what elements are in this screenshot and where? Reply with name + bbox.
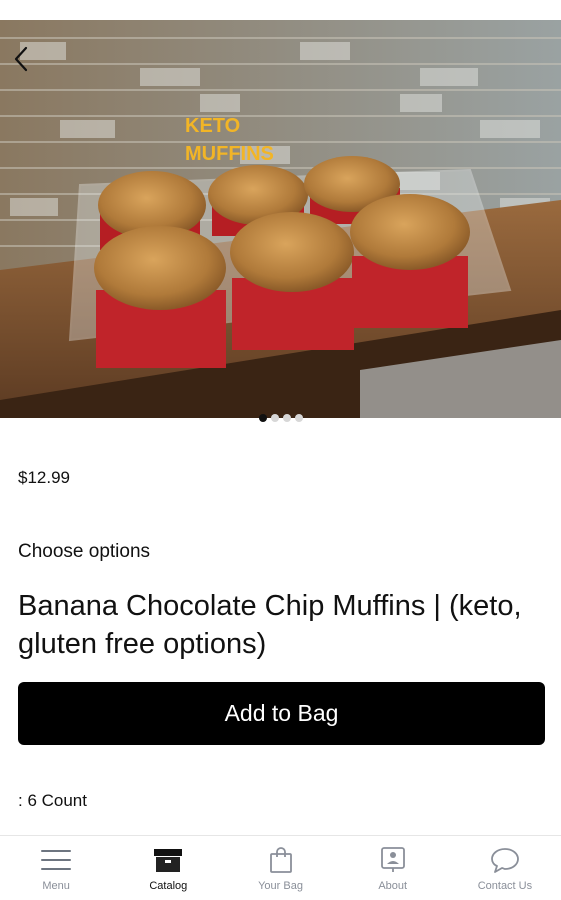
nav-label-contact: Contact Us (477, 880, 533, 892)
variant-option[interactable]: : 6 Count (18, 791, 87, 811)
shopping-bag-icon (264, 845, 298, 875)
carousel-dot[interactable] (294, 414, 303, 422)
carousel-dot[interactable] (258, 414, 267, 422)
hamburger-icon (39, 845, 73, 875)
add-to-bag-button[interactable]: Add to Bag (18, 682, 545, 745)
nav-item-about[interactable]: About (337, 836, 449, 900)
nav-label-bag: Your Bag (258, 880, 303, 892)
product-price: $12.99 (18, 468, 70, 487)
overlay-text-keto: KETO (185, 115, 240, 137)
add-to-bag-label: Add to Bag (224, 700, 339, 726)
nav-label-catalog: Catalog (149, 880, 188, 892)
info-card-icon (376, 845, 410, 875)
nav-item-catalog[interactable]: Catalog (112, 836, 224, 900)
carousel-dot[interactable] (282, 414, 291, 422)
nav-item-menu[interactable]: Menu (0, 836, 112, 900)
overlay-text-muffins: MUFFINS (185, 143, 274, 165)
nav-item-contact[interactable]: Contact Us (449, 836, 561, 900)
nav-label-about: About (378, 880, 408, 892)
product-image[interactable]: KETO MUFFINS (0, 20, 561, 418)
back-button[interactable] (6, 44, 36, 78)
product-title: Banana Chocolate Chip Muffins | (keto, g… (18, 590, 522, 660)
bottom-nav: Menu Catalog Your Bag About Contact Us (0, 835, 561, 900)
nav-label-menu: Menu (42, 880, 70, 892)
nav-item-bag[interactable]: Your Bag (224, 836, 336, 900)
carousel-dot[interactable] (270, 414, 279, 422)
chevron-left-icon (13, 46, 29, 77)
chat-bubble-icon (488, 845, 522, 875)
box-icon (151, 845, 185, 875)
choose-options-label: Choose options (18, 541, 151, 562)
muffins-photo: KETO MUFFINS (0, 20, 561, 418)
carousel-dots[interactable] (0, 414, 561, 422)
